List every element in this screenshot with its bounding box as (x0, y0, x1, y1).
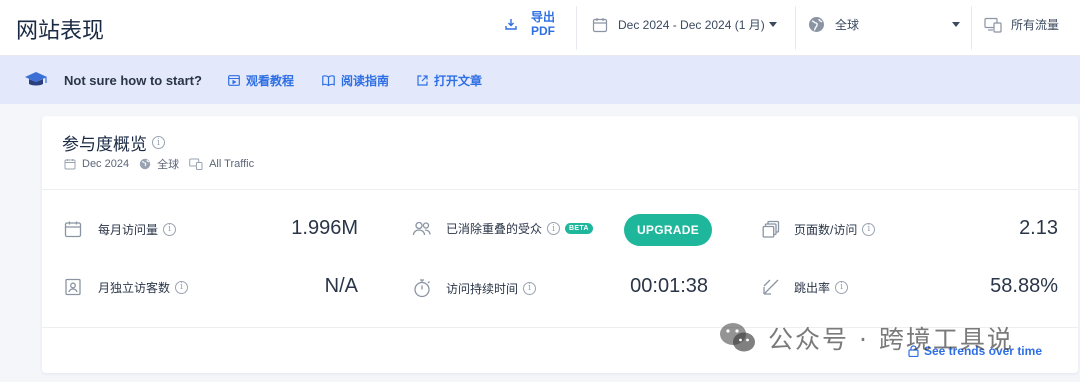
read-guide-label: 阅读指南 (340, 73, 389, 88)
divider (576, 6, 577, 50)
globe-icon (139, 158, 151, 170)
stopwatch-icon (414, 279, 430, 298)
watermark: 公众号 · 跨境工具说 (718, 320, 1014, 356)
info-icon[interactable]: i (163, 222, 177, 236)
monthly-visits-metric: 每月访问量 i (64, 220, 177, 238)
bounce-rate-value: 58.88% (990, 275, 1058, 297)
date-range-value: Dec 2024 - Dec 2024 (1 月) (618, 18, 765, 32)
devices-icon (984, 17, 1002, 33)
banner-question: Not sure how to start? (64, 72, 202, 88)
unique-visitors-metric: 月独立访客数 i (64, 278, 189, 296)
country-value: 全球 (835, 18, 860, 32)
calendar-icon (64, 159, 76, 170)
download-icon (505, 19, 517, 30)
info-icon[interactable]: i (152, 136, 165, 149)
dedup-audience-metric: 已消除重叠的受众 i BETA (412, 220, 593, 237)
globe-icon (809, 17, 824, 32)
visit-duration-value: 00:01:38 (630, 275, 708, 297)
wechat-icon (720, 323, 755, 352)
top-bar: 网站表现 导出 PDF Dec 2024 - Dec 2024 (1 月) 全球… (0, 0, 1080, 56)
devices-icon (189, 158, 203, 170)
book-icon (322, 74, 335, 86)
open-article-label: 打开文章 (433, 73, 482, 88)
card-title-text: 参与度概览 (62, 135, 147, 155)
pages-per-visit-value: 2.13 (1019, 217, 1058, 239)
watermark-text: 公众号 · 跨境工具说 (768, 325, 1014, 354)
calendar-icon (64, 221, 82, 238)
chevron-down-icon (952, 22, 960, 27)
dedup-audience-label: 已消除重叠的受众 (446, 222, 543, 236)
card-meta: Dec 2024 全球 All Traffic (64, 156, 264, 172)
chevron-down-icon (768, 22, 777, 27)
info-icon[interactable]: i (175, 280, 189, 294)
help-banner: Not sure how to start? 观看教程 阅读指南 打开文章 (0, 56, 1080, 104)
upgrade-button[interactable]: UPGRADE (624, 214, 712, 246)
users-icon (412, 221, 431, 235)
beta-badge: BETA (565, 223, 593, 234)
page-title: 网站表现 (16, 19, 105, 44)
watch-tutorial-link[interactable]: 观看教程 (228, 72, 294, 89)
video-icon (228, 74, 240, 86)
id-card-icon (65, 278, 81, 296)
traffic-selector[interactable]: 所有流量 (984, 16, 1059, 33)
export-format: PDF (531, 24, 555, 38)
graduation-cap-icon (25, 72, 47, 86)
meta-traffic: All Traffic (209, 158, 255, 170)
open-article-link[interactable]: 打开文章 (417, 72, 482, 89)
card-title: 参与度概览 i (62, 130, 165, 155)
visit-duration-label: 访问持续时间 (446, 281, 519, 296)
date-range-selector[interactable]: Dec 2024 - Dec 2024 (1 月) (592, 16, 777, 33)
info-icon[interactable]: i (523, 281, 537, 295)
divider (795, 6, 796, 50)
trend-down-arrow-icon (763, 279, 779, 295)
export-pdf-button[interactable]: 导出 PDF (505, 10, 555, 38)
info-icon[interactable]: i (862, 222, 876, 236)
traffic-value: 所有流量 (1011, 18, 1060, 32)
country-selector[interactable]: 全球 (808, 16, 960, 33)
calendar-icon (592, 17, 608, 32)
pages-icon (762, 220, 780, 238)
bounce-rate-label: 跳出率 (794, 280, 831, 295)
meta-date: Dec 2024 (82, 158, 130, 170)
divider (42, 189, 1078, 190)
meta-country: 全球 (157, 159, 180, 171)
divider (971, 6, 972, 50)
unique-visitors-label: 月独立访客数 (98, 280, 171, 295)
pages-per-visit-metric: 页面数/访问 i (762, 220, 876, 238)
export-label: 导出 (531, 10, 556, 24)
pages-per-visit-label: 页面数/访问 (794, 222, 858, 237)
monthly-visits-value: 1.996M (291, 217, 358, 239)
unique-visitors-value: N/A (324, 275, 358, 297)
bounce-rate-metric: 跳出率 i (762, 278, 849, 296)
monthly-visits-label: 每月访问量 (98, 222, 159, 237)
info-icon[interactable]: i (547, 222, 561, 235)
read-guide-link[interactable]: 阅读指南 (322, 72, 389, 89)
info-icon[interactable]: i (835, 280, 849, 294)
visit-duration-metric: 访问持续时间 i (412, 278, 537, 298)
external-link-icon (417, 74, 428, 86)
watch-tutorial-label: 观看教程 (245, 73, 294, 88)
